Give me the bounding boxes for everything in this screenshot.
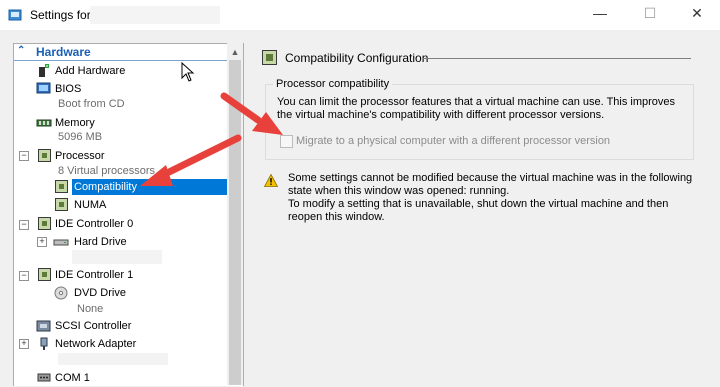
annotation-arrow-to-checkbox [220, 92, 283, 135]
annotation-arrow-to-compatibility [140, 134, 242, 186]
annotation-arrows [140, 61, 283, 186]
mouse-cursor-icon [181, 61, 195, 82]
